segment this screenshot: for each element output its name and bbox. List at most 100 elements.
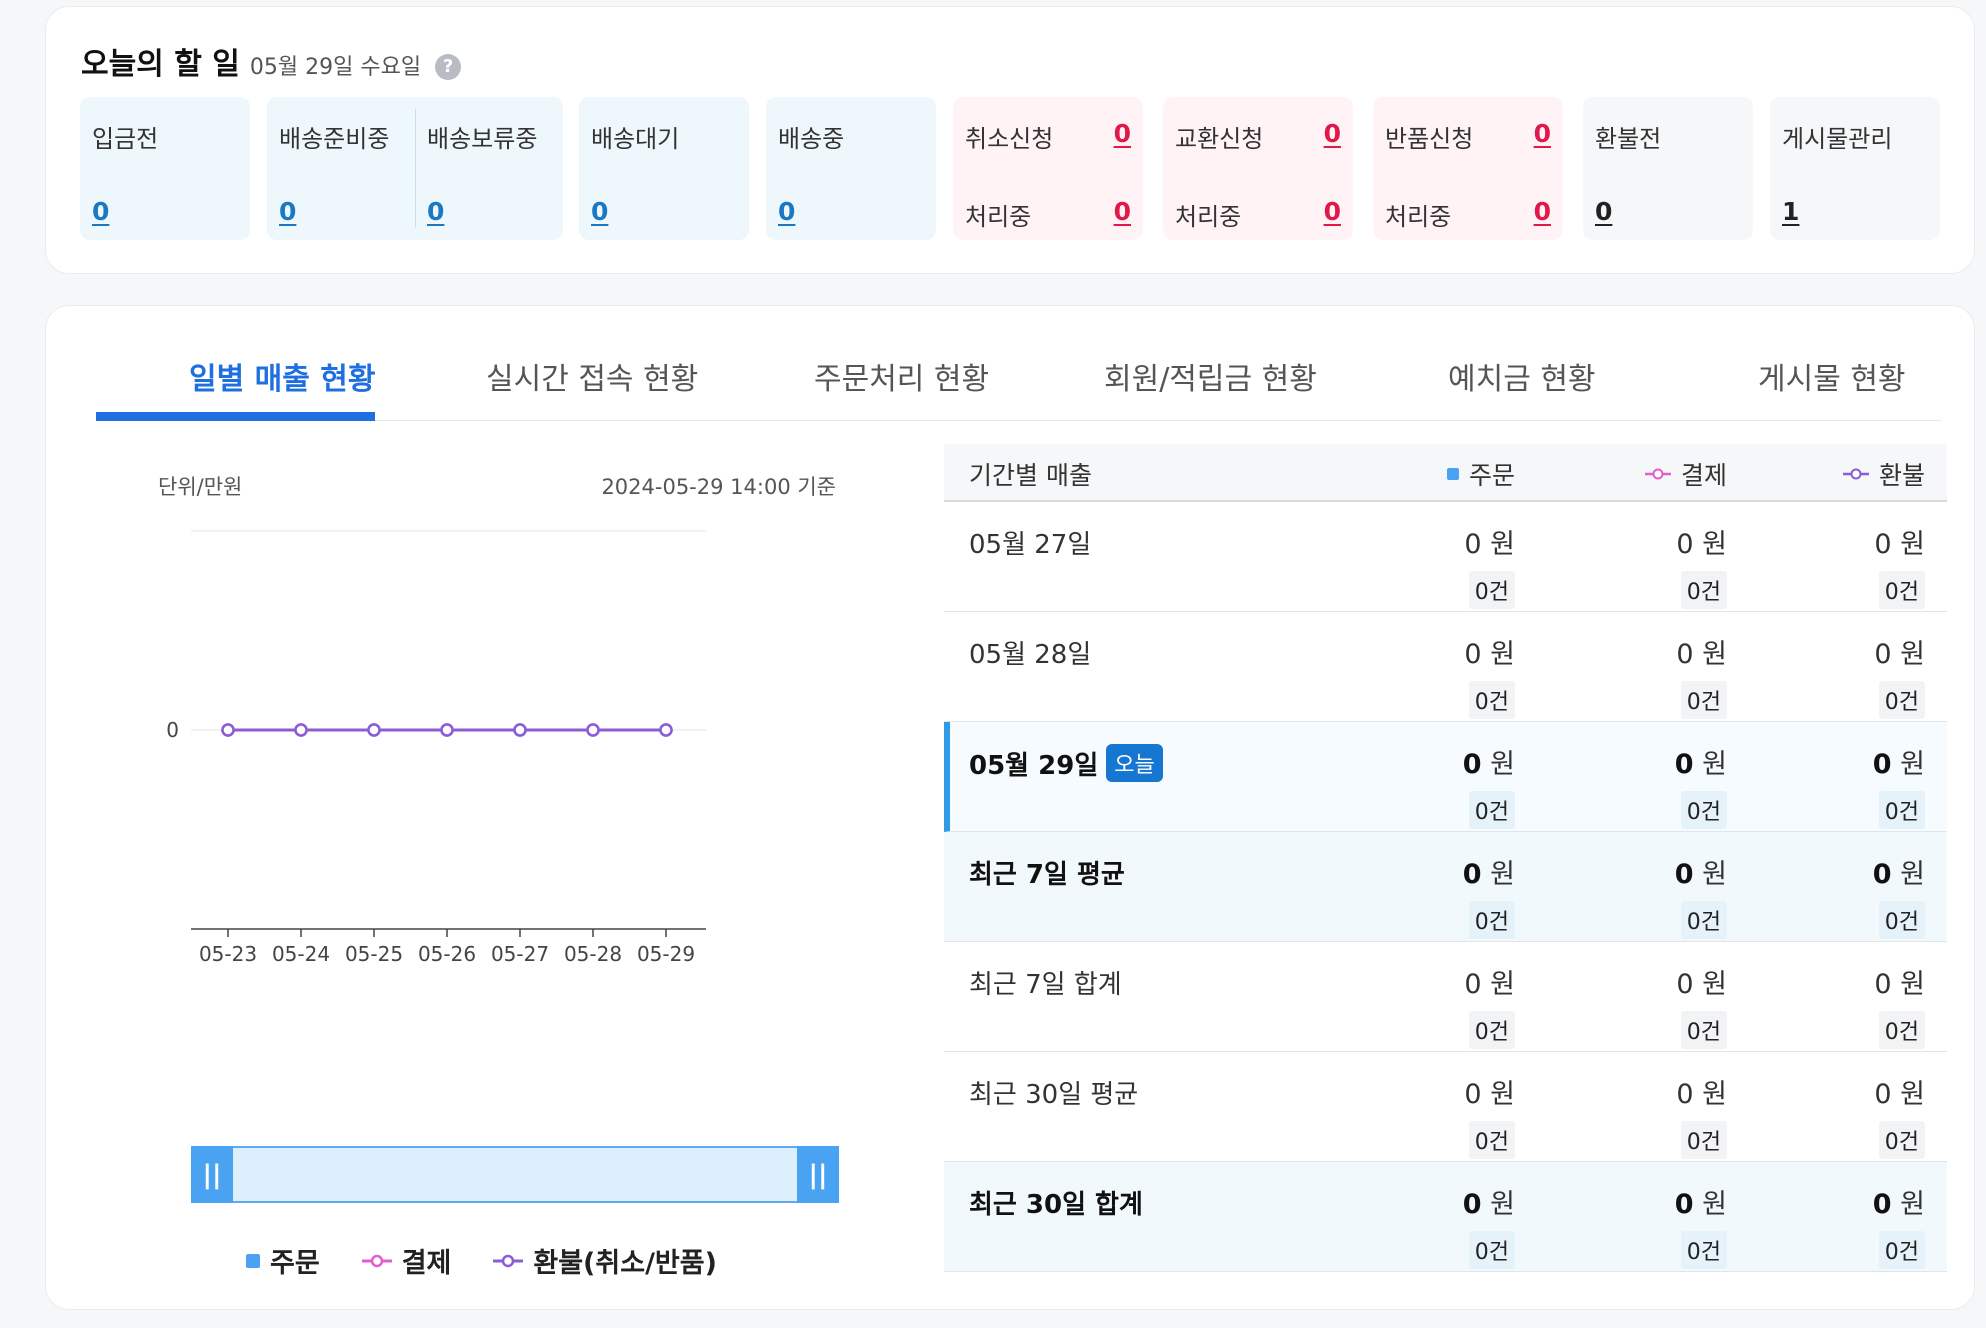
line-marker-icon (1842, 468, 1869, 480)
legend-label: 주문 (270, 1248, 320, 1279)
divider (415, 109, 416, 228)
tile-value[interactable]: 0 (591, 197, 608, 226)
cell-order: 0 원 0건 (1395, 1182, 1515, 1269)
tile-in-transit[interactable]: 배송중 0 (766, 97, 936, 240)
table-row: 05월 28일 0 원 0건 0 원 0건 0 원 0건 (944, 612, 1947, 722)
amount-unit: 원 (1900, 859, 1925, 890)
header-order: 주문 (1446, 456, 1515, 492)
cell-payment: 0 원 0건 (1607, 742, 1727, 829)
tab-daily-sales[interactable]: 일별 매출 현황 (189, 354, 376, 398)
cell-payment: 0 원 0건 (1607, 1072, 1727, 1159)
tab-deposit[interactable]: 예치금 현황 (1448, 354, 1596, 398)
amount-value: 0 (1874, 1079, 1892, 1110)
amount-unit: 원 (1490, 969, 1515, 1000)
cell-payment: 0 원 0건 (1607, 1182, 1727, 1269)
cell-order: 0 원 0건 (1395, 1072, 1515, 1159)
cell-refund: 0 원 0건 (1805, 742, 1925, 829)
row-label: 05월 29일 오늘 (969, 744, 1163, 782)
count-value: 0건 (1468, 1231, 1515, 1269)
row-label: 05월 27일 (969, 524, 1091, 561)
tile-value[interactable]: 0 (1595, 197, 1612, 226)
amount-value: 0 (1676, 969, 1694, 1000)
tile-waiting[interactable]: 배송대기 0 (579, 97, 749, 240)
range-handle-left[interactable]: || (191, 1146, 233, 1203)
todo-header: 오늘의 할 일 05월 29일 수요일 ? (81, 39, 462, 83)
tile-value[interactable]: 0 (1114, 119, 1131, 148)
row-label: 최근 30일 평균 (969, 1074, 1138, 1111)
tile-value[interactable]: 0 (427, 197, 444, 226)
amount-value: 0 (1674, 1189, 1694, 1220)
count-value: 0건 (1680, 571, 1727, 609)
count-value: 0건 (1680, 1231, 1727, 1269)
tile-return: 반품신청 0 처리중 0 (1373, 97, 1563, 240)
header-payment: 결제 (1644, 456, 1727, 492)
amount-value: 0 (1872, 1189, 1892, 1220)
row-label: 최근 7일 합계 (969, 964, 1122, 1001)
tile-board[interactable]: 게시물관리 1 (1770, 97, 1940, 240)
legend-item-refund[interactable]: 환불(취소/반품) (493, 1241, 717, 1280)
amount-unit: 원 (1900, 969, 1925, 1000)
count-value: 0건 (1680, 791, 1727, 829)
legend-item-payment[interactable]: 결제 (361, 1241, 452, 1280)
x-tick-label: 05-25 (345, 942, 403, 966)
data-point (586, 723, 600, 737)
count-value: 0건 (1680, 1121, 1727, 1159)
tab-board[interactable]: 게시물 현황 (1758, 354, 1906, 398)
range-slider[interactable]: || || (191, 1146, 839, 1203)
tile-refund-pending[interactable]: 환불전 0 (1583, 97, 1753, 240)
tab-member-points[interactable]: 회원/적립금 현황 (1104, 354, 1317, 398)
tab-realtime-access[interactable]: 실시간 접속 현황 (486, 354, 698, 398)
amount-value: 0 (1464, 639, 1482, 670)
tile-cancel: 취소신청 0 처리중 0 (953, 97, 1143, 240)
amount-unit: 원 (1900, 1079, 1925, 1110)
active-tab-indicator (96, 412, 375, 421)
amount-unit: 원 (1490, 1079, 1515, 1110)
tile-label: 취소신청 (965, 125, 1054, 153)
count-value: 0건 (1878, 791, 1925, 829)
amount-value: 0 (1674, 749, 1694, 780)
tile-value[interactable]: 0 (92, 197, 109, 226)
table-body: 05월 27일 0 원 0건 0 원 0건 0 원 0건 05월 28일 0 원 0건 0 원 0건 0… (944, 502, 1947, 1272)
legend-label: 결제 (401, 1248, 452, 1279)
tile-shipping-prep-hold: 배송준비중 0 배송보류중 0 (267, 97, 563, 240)
data-point (659, 723, 673, 737)
amount-value: 0 (1872, 859, 1892, 890)
tile-sub-value[interactable]: 0 (1114, 197, 1131, 226)
count-value: 0건 (1680, 1011, 1727, 1049)
row-label: 최근 7일 평균 (969, 854, 1125, 891)
tab-order-processing[interactable]: 주문처리 현황 (814, 354, 989, 398)
amount-unit: 원 (1702, 529, 1727, 560)
range-handle-right[interactable]: || (797, 1146, 839, 1203)
table-row: 05월 29일 오늘 0 원 0건 0 원 0건 0 원 0건 (944, 722, 1947, 832)
tile-sub-value[interactable]: 0 (1534, 197, 1551, 226)
cell-order: 0 원 0건 (1395, 742, 1515, 829)
tile-deposit[interactable]: 입금전 0 (80, 97, 250, 240)
tile-value[interactable]: 0 (1324, 119, 1341, 148)
help-icon[interactable]: ? (435, 53, 462, 80)
amount-unit: 원 (1490, 529, 1515, 560)
sales-table: 기간별 매출 주문 결제 환불 05월 27일 0 원 0건 0 원 0건 0 원 0건 05… (944, 444, 1947, 1272)
amount-value: 0 (1874, 639, 1892, 670)
square-icon (246, 1253, 260, 1268)
row-label-text: 최근 30일 합계 (969, 1190, 1143, 1220)
header-label: 주문 (1468, 461, 1515, 490)
tile-sub-label: 처리중 (1175, 203, 1242, 231)
chart-timestamp: 2024-05-29 14:00 기준 (601, 475, 836, 499)
tile-value[interactable]: 0 (279, 197, 296, 226)
table-row: 최근 30일 합계 0 원 0건 0 원 0건 0 원 0건 (944, 1162, 1947, 1272)
tile-label: 환불전 (1595, 125, 1662, 153)
tile-value[interactable]: 0 (1534, 119, 1551, 148)
amount-value: 0 (1874, 529, 1892, 560)
amount-value: 0 (1676, 1079, 1694, 1110)
tile-value[interactable]: 0 (778, 197, 795, 226)
count-value: 0건 (1680, 901, 1727, 939)
amount-unit: 원 (1490, 749, 1515, 780)
table-row: 05월 27일 0 원 0건 0 원 0건 0 원 0건 (944, 502, 1947, 612)
header-refund: 환불 (1842, 456, 1925, 492)
cell-payment: 0 원 0건 (1607, 632, 1727, 719)
row-label-text: 05월 28일 (969, 640, 1092, 670)
legend-item-order[interactable]: 주문 (246, 1241, 320, 1280)
tile-label: 입금전 (92, 125, 159, 153)
tile-value[interactable]: 1 (1782, 197, 1799, 226)
tile-sub-value[interactable]: 0 (1324, 197, 1341, 226)
